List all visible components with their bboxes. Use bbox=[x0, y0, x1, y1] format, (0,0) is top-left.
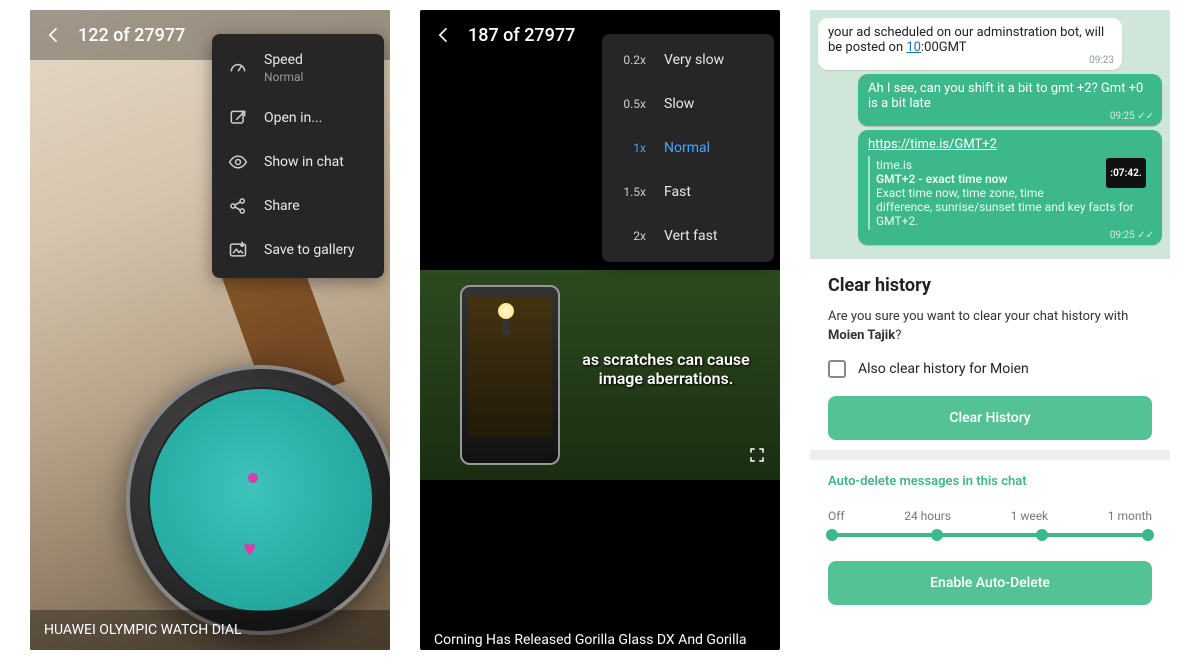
msg-text: :00GMT bbox=[921, 40, 967, 55]
speed-label: Fast bbox=[664, 184, 691, 200]
speed-option[interactable]: 2x Vert fast bbox=[602, 214, 774, 258]
msg-link-number[interactable]: 10 bbox=[906, 40, 921, 55]
back-icon[interactable] bbox=[434, 25, 454, 45]
phone-illustration bbox=[460, 285, 560, 465]
menu-item-share[interactable]: Share bbox=[212, 184, 384, 228]
speed-multiplier: 0.5x bbox=[618, 97, 646, 111]
checkbox-label: Also clear history for Moien bbox=[858, 361, 1029, 377]
watch-body: ♥ bbox=[126, 365, 390, 635]
slider-label: 1 month bbox=[1108, 509, 1152, 523]
menu-item-open-in[interactable]: Open in... bbox=[212, 96, 384, 140]
checkbox-icon[interactable] bbox=[828, 360, 846, 378]
msg-url[interactable]: https://time.is/GMT+2 bbox=[868, 137, 997, 152]
section-divider bbox=[810, 450, 1170, 460]
speed-option[interactable]: 0.2x Very slow bbox=[602, 38, 774, 82]
context-menu: Speed Normal Open in... Show in chat Sha… bbox=[212, 34, 384, 278]
menu-label: Open in... bbox=[264, 110, 322, 126]
link-preview-desc: Exact time now, time zone, time differen… bbox=[876, 186, 1146, 228]
slider-labels: Off 24 hours 1 week 1 month bbox=[828, 509, 1152, 523]
media-counter: 187 of 27977 bbox=[468, 25, 575, 46]
auto-delete-title: Auto-delete messages in this chat bbox=[828, 474, 1152, 489]
slider-stop[interactable] bbox=[1142, 529, 1154, 541]
menu-label: Share bbox=[264, 198, 300, 214]
auto-delete-section: Auto-delete messages in this chat Off 24… bbox=[810, 460, 1170, 621]
msg-time: 09:25 ✓✓ bbox=[1110, 230, 1154, 241]
msg-time: 09:23 bbox=[1089, 55, 1114, 66]
menu-item-speed[interactable]: Speed Normal bbox=[212, 40, 384, 96]
incoming-message[interactable]: your ad scheduled on our adminstration b… bbox=[818, 18, 1122, 70]
link-preview[interactable]: :07:42. time.is GMT+2 - exact time now E… bbox=[868, 156, 1152, 230]
speed-multiplier: 1.5x bbox=[618, 185, 646, 199]
watch-face: ♥ bbox=[148, 387, 374, 613]
menu-label: Show in chat bbox=[264, 154, 344, 170]
sheet-title: Clear history bbox=[828, 275, 1152, 296]
read-checks-icon: ✓✓ bbox=[1137, 230, 1154, 241]
video-overlay-text: as scratches can cause image aberrations… bbox=[576, 350, 756, 388]
slider-stop[interactable] bbox=[1036, 529, 1048, 541]
auto-delete-slider[interactable] bbox=[832, 533, 1148, 537]
heart-icon: ♥ bbox=[243, 536, 256, 562]
slider-label: 1 week bbox=[1011, 509, 1049, 523]
speed-multiplier: 1x bbox=[618, 141, 646, 155]
media-caption: Corning Has Released Gorilla Glass DX An… bbox=[420, 626, 780, 650]
speed-option[interactable]: 1x Normal bbox=[602, 126, 774, 170]
video-frame[interactable]: as scratches can cause image aberrations… bbox=[420, 270, 780, 480]
speed-multiplier: 2x bbox=[618, 229, 646, 243]
download-image-icon bbox=[228, 240, 248, 260]
slider-label: Off bbox=[828, 509, 845, 523]
slider-stop[interactable] bbox=[931, 529, 943, 541]
chat-area: your ad scheduled on our adminstration b… bbox=[810, 10, 1170, 259]
back-icon[interactable] bbox=[44, 25, 64, 45]
menu-item-save-gallery[interactable]: Save to gallery bbox=[212, 228, 384, 272]
media-viewer-screen-2: 187 of 27977 0.2x Very slow 0.5x Slow 1x Norm… bbox=[420, 10, 780, 650]
media-counter: 122 of 27977 bbox=[78, 25, 185, 46]
speed-option[interactable]: 1.5x Fast bbox=[602, 170, 774, 214]
slider-label: 24 hours bbox=[904, 509, 951, 523]
open-external-icon bbox=[228, 108, 248, 128]
menu-item-show-in-chat[interactable]: Show in chat bbox=[212, 140, 384, 184]
outgoing-message[interactable]: Ah I see, can you shift it a bit to gmt … bbox=[858, 74, 1162, 126]
watch-indicator-dot bbox=[248, 473, 258, 483]
menu-label: Save to gallery bbox=[264, 242, 355, 258]
speed-label: Slow bbox=[664, 96, 694, 112]
sheet-body: Are you sure you want to clear your chat… bbox=[828, 308, 1152, 346]
chat-clear-history-screen: your ad scheduled on our adminstration b… bbox=[810, 10, 1170, 650]
media-viewer-screen-1: ♥ 122 of 27977 Speed Normal Open in... bbox=[30, 10, 390, 650]
speed-label: Vert fast bbox=[664, 228, 717, 244]
slider-stop[interactable] bbox=[826, 529, 838, 541]
clear-history-button[interactable]: Clear History bbox=[828, 396, 1152, 440]
read-checks-icon: ✓✓ bbox=[1137, 111, 1154, 122]
speed-menu: 0.2x Very slow 0.5x Slow 1x Normal 1.5x Fast 2x V… bbox=[602, 34, 774, 262]
menu-sublabel: Normal bbox=[264, 70, 303, 84]
share-icon bbox=[228, 196, 248, 216]
msg-text: Ah I see, can you shift it a bit to gmt … bbox=[868, 81, 1143, 111]
menu-label: Speed bbox=[264, 52, 303, 68]
also-clear-checkbox-row[interactable]: Also clear history for Moien bbox=[828, 360, 1152, 378]
clear-history-sheet: Clear history Are you sure you want to c… bbox=[810, 259, 1170, 450]
link-preview-thumb: :07:42. bbox=[1106, 158, 1146, 188]
phone-screen-illustration bbox=[468, 297, 552, 437]
msg-time: 09:25 ✓✓ bbox=[1110, 111, 1154, 122]
outgoing-message-link[interactable]: https://time.is/GMT+2 :07:42. time.is GM… bbox=[858, 130, 1162, 245]
speed-label: Normal bbox=[664, 140, 710, 156]
speed-label: Very slow bbox=[664, 52, 724, 68]
eye-icon bbox=[228, 152, 248, 172]
fullscreen-icon[interactable] bbox=[748, 446, 766, 464]
speed-option[interactable]: 0.5x Slow bbox=[602, 82, 774, 126]
speedometer-icon bbox=[228, 58, 248, 78]
media-caption: HUAWEI OLYMPIC WATCH DIAL bbox=[30, 610, 390, 650]
enable-auto-delete-button[interactable]: Enable Auto-Delete bbox=[828, 561, 1152, 605]
speed-multiplier: 0.2x bbox=[618, 53, 646, 67]
